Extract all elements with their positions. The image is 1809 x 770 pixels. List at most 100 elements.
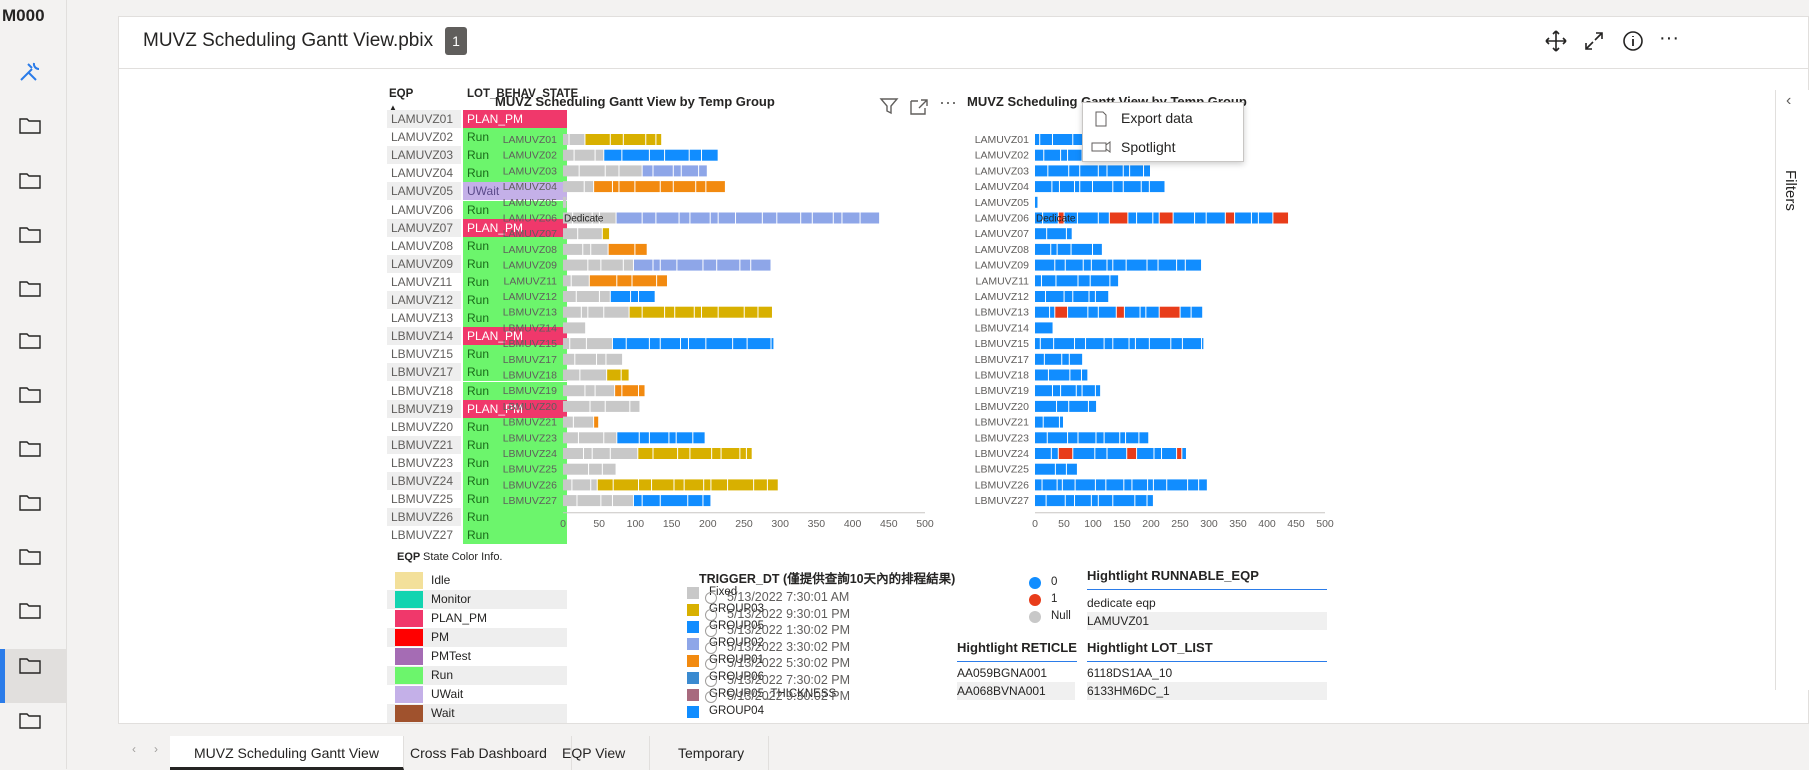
gantt-bar-segment[interactable] [1035,369,1048,381]
gantt-bar-segment[interactable] [1104,338,1113,350]
gantt-bar-segment[interactable] [610,448,638,459]
runnable-eqp-slicer[interactable]: Hightlight RUNNABLE_EQP dedicate eqp LAM… [1087,568,1337,630]
gantt-bar-segment[interactable] [693,432,705,444]
gantt-bar-segment[interactable] [1148,479,1153,491]
gantt-bar-segment[interactable] [1047,432,1068,444]
gantt-bar-segment[interactable] [563,259,588,271]
gantt-bar-segment[interactable] [1188,479,1199,491]
gantt-bar-segment[interactable] [689,149,702,161]
gantt-bar-segment[interactable] [1080,165,1098,177]
gantt-bar-segment[interactable] [572,479,591,491]
gantt-bar-segment[interactable] [612,495,633,507]
gantt-bar-segment[interactable] [570,338,586,350]
gantt-bar-segment[interactable] [563,416,573,428]
gantt-bar-segment[interactable] [1158,259,1177,271]
gantt-bar-segment[interactable] [578,228,602,240]
gantt-bar-segment[interactable] [617,275,632,287]
collapse-chevron-icon[interactable]: ‹ [1786,92,1791,110]
slicer-item[interactable]: AA068BVNA001 [957,682,1075,700]
gantt-bar-segment[interactable] [758,306,772,318]
gantt-bar-segment[interactable] [1095,291,1109,302]
gantt-bar-segment[interactable] [619,165,642,177]
gantt-bar-segment[interactable] [1095,479,1106,491]
gantt-bar-segment[interactable] [1080,181,1092,193]
gantt-bar-segment[interactable] [1123,181,1141,193]
gantt-bar-segment[interactable] [1130,165,1144,177]
tab-eqp-view[interactable]: EQP View [538,736,651,770]
gantt-bar-segment[interactable] [1116,306,1124,318]
gantt-bar-segment[interactable] [1035,385,1052,397]
gantt-bar-segment[interactable] [617,432,639,444]
gantt-bar-segment[interactable] [747,338,771,350]
gantt-bar-segment[interactable] [612,338,626,350]
tab-scroll-right-icon[interactable]: › [154,742,158,756]
gantt-bar-segment[interactable] [626,338,649,350]
filters-pane[interactable]: ‹ Filters [1775,90,1809,690]
gantt-bar-segment[interactable] [1062,353,1069,365]
gantt-bar-segment[interactable] [563,322,586,334]
gantt-bar-segment[interactable] [1035,134,1040,145]
gantt-bar-segment[interactable] [1107,165,1123,177]
more-options-icon[interactable]: ··· [1659,28,1683,53]
gantt-bar-segment[interactable] [728,479,754,491]
gantt-bar-segment[interactable] [1035,416,1043,428]
gantt-bar-segment[interactable] [1062,479,1075,491]
gantt-bar-segment[interactable] [1089,291,1095,302]
gantt-bar-segment[interactable] [1109,212,1128,224]
gantt-bar-segment[interactable] [1083,259,1091,271]
gantt-bar-segment[interactable] [1050,306,1055,318]
gantt-bar-segment[interactable] [653,259,660,271]
gantt-bar-segment[interactable] [1035,495,1046,507]
slicer-item[interactable]: dedicate eqp [1087,596,1337,610]
gantt-bar-segment[interactable] [612,181,619,193]
gantt-bar-segment[interactable] [801,212,812,224]
gantt-bar-segment[interactable] [602,228,610,240]
folder-icon[interactable] [18,170,42,190]
gantt-bar-segment[interactable] [563,275,571,287]
gantt-bar-segment[interactable] [573,416,594,428]
folder-icon[interactable] [18,546,42,566]
gantt-bar-segment[interactable] [842,212,860,224]
gantt-bar-segment[interactable] [608,243,635,255]
version-badge[interactable]: 1 [445,27,467,55]
gantt-bar-segment[interactable] [595,385,615,397]
tools-icon[interactable] [16,58,44,86]
gantt-bar-segment[interactable] [630,400,640,412]
gantt-bar-segment[interactable] [1113,181,1123,193]
gantt-bar-segment[interactable] [563,291,576,302]
gantt-bar-segment[interactable] [583,243,591,255]
gantt-bar-segment[interactable] [1126,432,1139,444]
gantt-bar-segment[interactable] [586,338,612,350]
gantt-bar-segment[interactable] [623,134,646,145]
gantt-bar-segment[interactable] [639,432,649,444]
gantt-bar-segment[interactable] [1135,338,1149,350]
gantt-bar-segment[interactable] [1090,275,1110,287]
gantt-bar-segment[interactable] [604,149,622,161]
gantt-bar-segment[interactable] [1162,448,1177,459]
visual-more-icon[interactable]: ··· [939,92,957,113]
gantt-bar-segment[interactable] [1132,479,1148,491]
gantt-bar-segment[interactable] [633,259,653,271]
gantt-chart-2[interactable]: LAMUVZ01 LAMUVZ02 LAMUVZ03 LAMUVZ04 LAMUVZ05… [967,120,1387,580]
gantt-bar-segment[interactable] [1120,432,1126,444]
gantt-bar-segment[interactable] [1098,306,1116,318]
gantt-bar-segment[interactable] [1113,338,1129,350]
gantt-bar-segment[interactable] [571,275,589,287]
gantt-bar-segment[interactable] [1035,353,1044,365]
gantt-bar-segment[interactable] [1147,259,1158,271]
gantt-bar-segment[interactable] [597,479,613,491]
folder-icon[interactable] [18,330,42,350]
gantt-bar-segment[interactable] [1035,448,1051,459]
gantt-bar-segment[interactable] [771,338,774,350]
gantt-bar-segment[interactable] [1069,353,1083,365]
gantt-bar-segment[interactable] [649,432,669,444]
gantt-bar-segment[interactable] [604,306,629,318]
gantt-bar-segment[interactable] [1069,400,1088,412]
gantt-bar-segment[interactable] [1052,134,1073,145]
gantt-bar-segment[interactable] [1055,306,1068,318]
gantt-bar-segment[interactable] [1035,432,1047,444]
gantt-bar-segment[interactable] [690,212,710,224]
gantt-bar-segment[interactable] [1095,448,1107,459]
gantt-bar-segment[interactable] [660,259,677,271]
gantt-bar-segment[interactable] [1040,338,1054,350]
